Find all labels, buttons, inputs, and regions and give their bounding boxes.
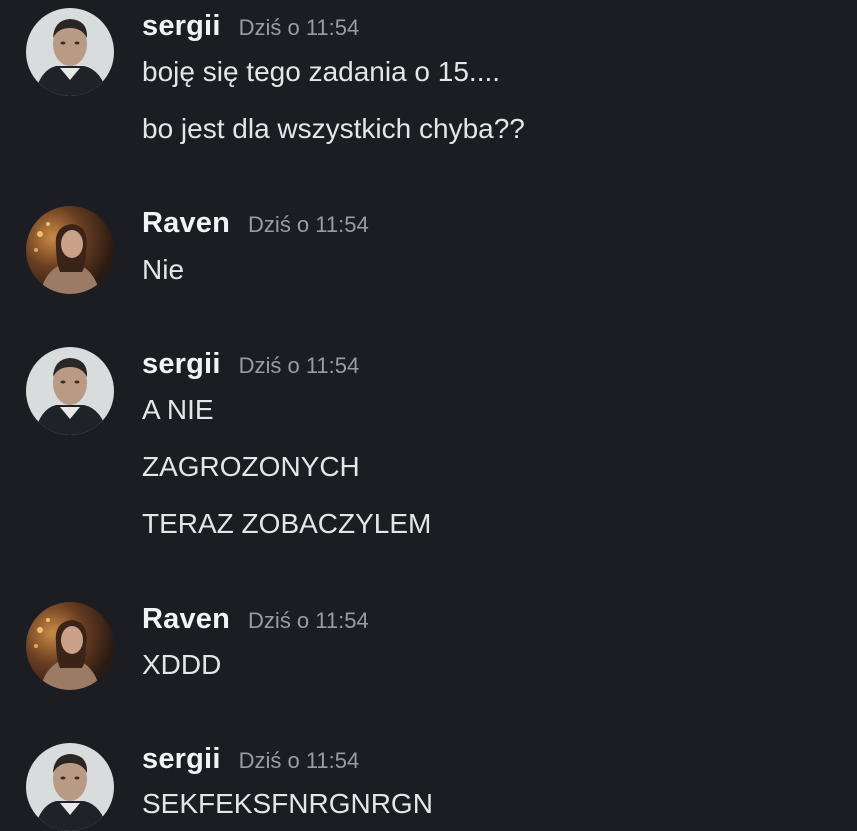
username[interactable]: Raven (142, 207, 230, 240)
raven-avatar[interactable] (26, 602, 114, 690)
message-header: sergii Dziś o 11:54 (142, 348, 359, 381)
message-header: sergii Dziś o 11:54 (142, 743, 359, 776)
username[interactable]: sergii (142, 348, 221, 381)
timestamp: Dziś o 11:54 (248, 212, 369, 237)
sergii-avatar[interactable] (26, 743, 114, 831)
message-header: sergii Dziś o 11:54 (142, 10, 359, 43)
message-header: Raven Dziś o 11:54 (142, 207, 369, 240)
sergii-avatar[interactable] (26, 8, 114, 96)
message-text: XDDD (142, 649, 222, 680)
username[interactable]: sergii (142, 743, 221, 776)
message-text: A NIE (142, 394, 214, 425)
message-text: ZAGROZONYCH (142, 451, 360, 482)
timestamp: Dziś o 11:54 (238, 15, 360, 40)
message-text: boję się tego zadania o 15.... (142, 56, 501, 87)
message-text: Nie (142, 254, 185, 285)
message-header: Raven Dziś o 11:54 (142, 603, 369, 636)
timestamp: Dziś o 11:54 (248, 608, 369, 633)
timestamp: Dziś o 11:54 (238, 353, 360, 378)
message-text: bo jest dla wszystkich chyba?? (142, 113, 525, 144)
message-text: SEKFEKSFNRGNRGN (142, 788, 433, 819)
timestamp: Dziś o 11:54 (238, 748, 360, 773)
username[interactable]: sergii (142, 10, 221, 43)
message-text: TERAZ ZOBACZYLEM (142, 508, 432, 539)
raven-avatar[interactable] (26, 206, 114, 294)
username[interactable]: Raven (142, 603, 230, 636)
sergii-avatar[interactable] (26, 347, 114, 435)
